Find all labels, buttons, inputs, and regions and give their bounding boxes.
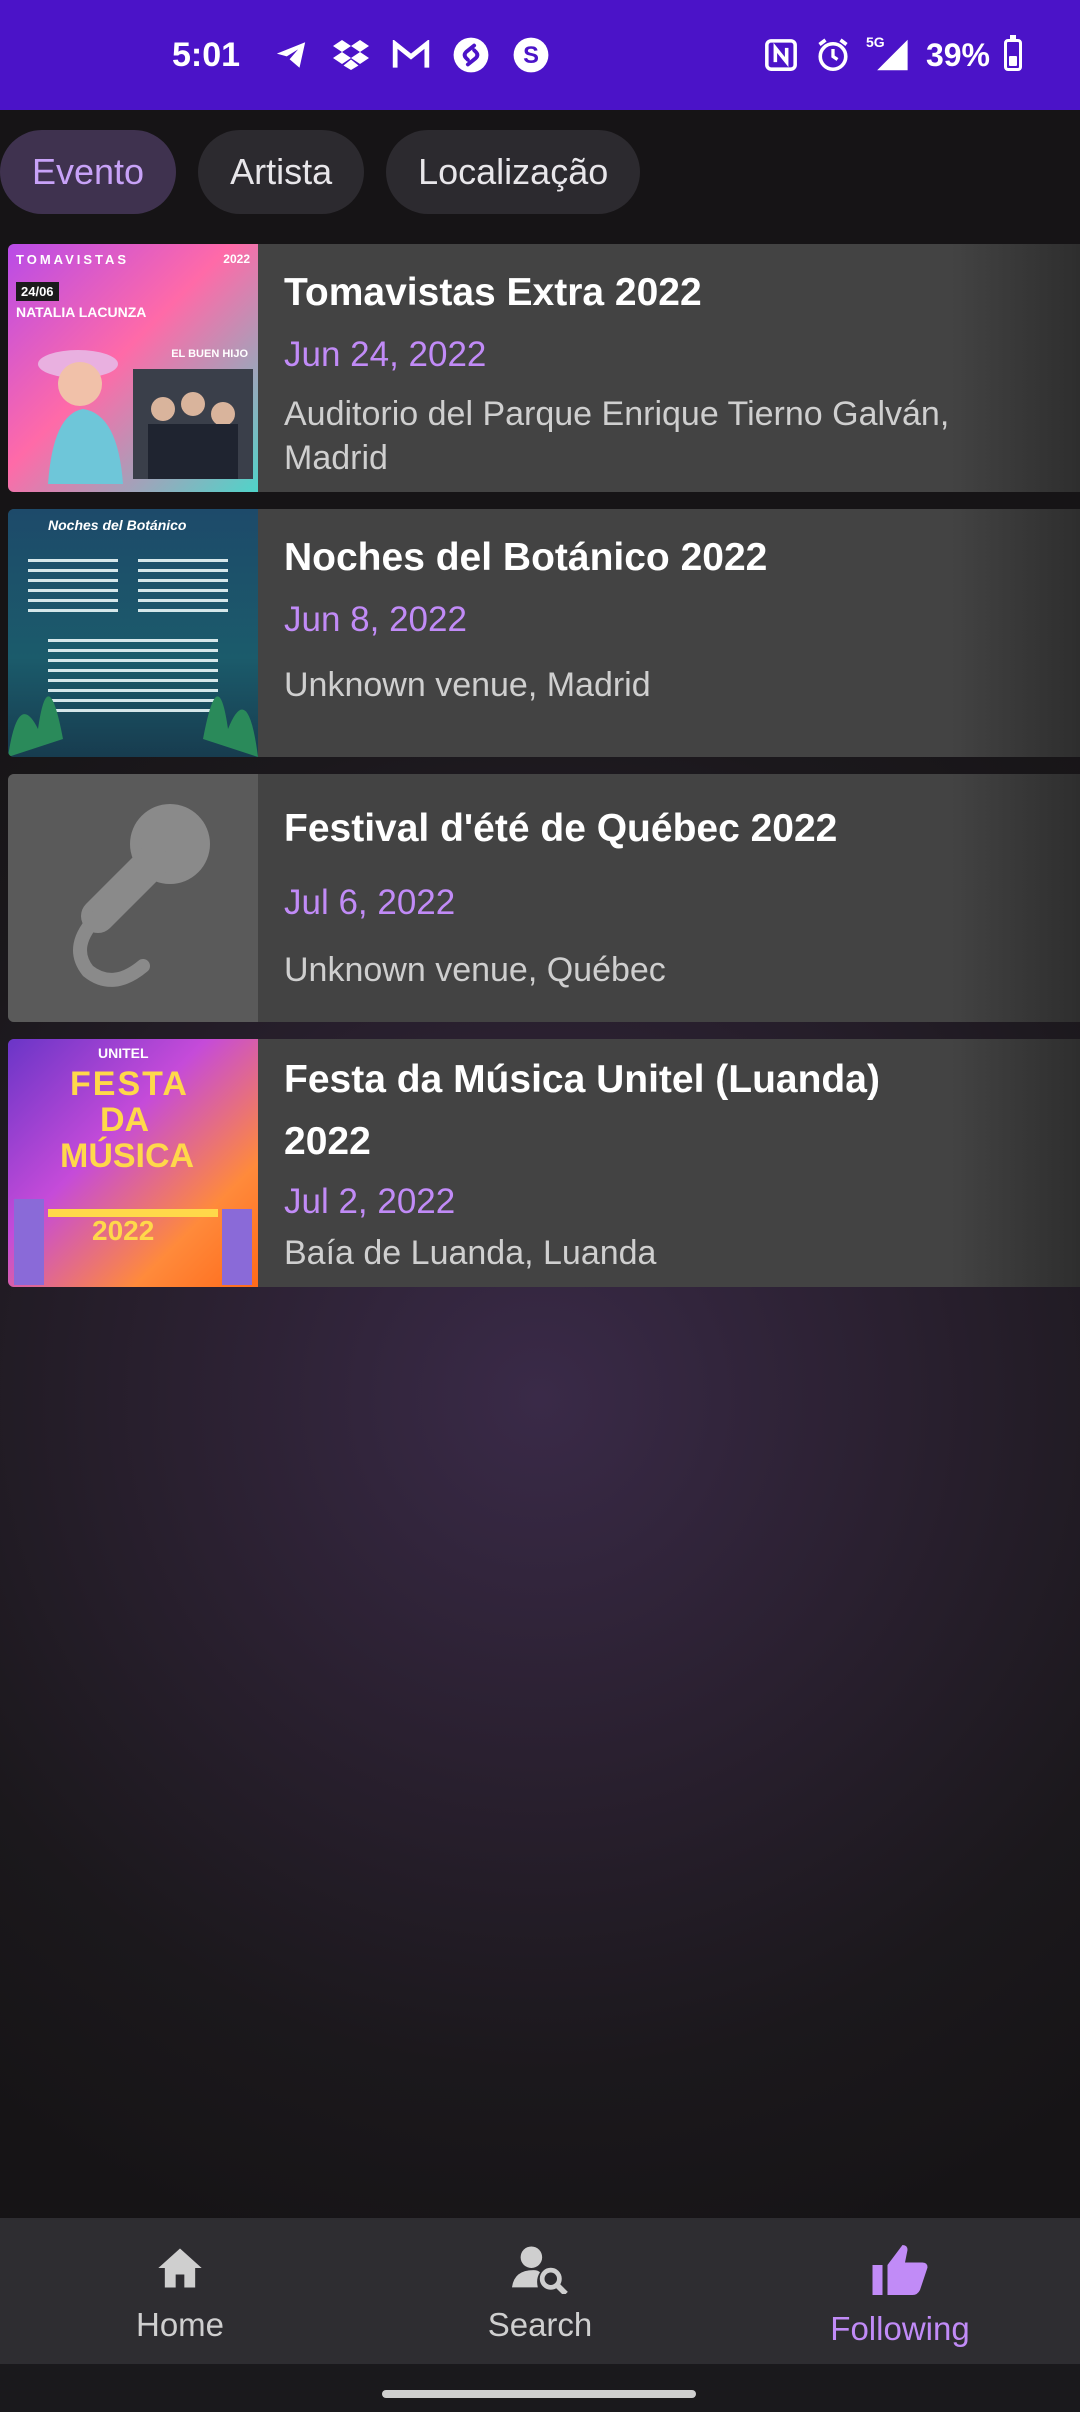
poster-text: EL BUEN HIJO [171,348,248,360]
nav-label: Home [135,2306,225,2343]
poster-text: 24/06 [16,282,59,301]
poster-band-photo [133,369,253,479]
event-venue: Baía de Luanda, Luanda [284,1234,657,1272]
system-nav-area [0,2364,1080,2412]
event-venue: Auditorio del Parque Enrique Tierno Galv… [284,395,950,477]
filter-chips: Evento Artista Localização [0,130,641,214]
poster-text: 2022 [223,252,250,266]
clock: 5:01 [172,35,241,74]
event-venue: Unknown venue, Québec [284,951,666,989]
poster-artwork [38,350,123,484]
event-date: Jun 8, 2022 [284,600,467,639]
person-search-icon [512,2246,568,2294]
alarm-icon [814,36,852,74]
poster-text: FESTA [70,1065,189,1103]
poster-text: MÚSICA [60,1137,195,1175]
svg-text:S: S [523,42,539,69]
telegram-icon [272,36,310,74]
network-type: 5G [865,34,885,50]
status-bar: 5:01 S 5G 39% [0,0,1080,110]
shazam-icon [452,36,490,74]
poster-lineup [8,559,258,757]
gmail-icon [392,36,430,74]
signal-icon: 5G [865,34,912,74]
s-app-icon: S [512,36,550,74]
event-card[interactable]: Noches del Botánico Noches del Botánico … [8,509,1080,757]
chip-artista[interactable]: Artista [198,130,365,214]
microphone-icon [73,804,210,987]
nav-label: Following [830,2310,970,2347]
poster-text: TOMAVISTAS [16,252,130,267]
event-card[interactable]: Festival d'été de Québec 2022 Jul 6, 202… [8,774,1080,1022]
dropbox-icon [332,36,370,74]
poster-text: Noches del Botánico [48,517,187,533]
event-date: Jul 2, 2022 [284,1182,456,1221]
poster-text: NATALIA LACUNZA [16,304,147,320]
event-poster: Noches del Botánico [8,509,258,757]
event-card[interactable]: TOMAVISTAS 2022 24/06 NATALIA LACUNZA EL… [8,244,1080,492]
gesture-handle[interactable] [382,2390,696,2398]
event-list: TOMAVISTAS 2022 24/06 NATALIA LACUNZA EL… [8,244,1080,1304]
poster-text: DA [100,1101,150,1139]
nfc-icon [762,36,800,74]
battery-percent: 39% [925,36,990,73]
nav-search[interactable]: Search [390,2218,690,2364]
chip-label: Artista [230,151,333,192]
event-title: Tomavistas Extra 2022 [284,271,702,314]
home-icon [158,2248,202,2288]
poster-instruments [14,1199,252,1285]
event-title: Festa da Música Unitel (Luanda) 2022 [284,1058,880,1163]
event-title: Festival d'été de Québec 2022 [284,807,838,850]
chip-label: Evento [32,151,145,192]
poster-text: UNITEL [98,1045,149,1061]
event-venue: Unknown venue, Madrid [284,666,651,704]
nav-following[interactable]: Following [750,2218,1050,2364]
nav-home[interactable]: Home [30,2218,330,2364]
event-date: Jul 6, 2022 [284,883,456,922]
event-poster-placeholder [8,774,258,1022]
event-poster: TOMAVISTAS 2022 24/06 NATALIA LACUNZA EL… [8,244,258,492]
event-poster: UNITEL FESTA DA MÚSICA 2022 [8,1039,258,1287]
thumbs-up-icon [872,2245,928,2295]
battery-icon [1004,35,1022,71]
chip-localizacao[interactable]: Localização [386,130,641,214]
event-title: Noches del Botánico 2022 [284,536,768,579]
chip-evento[interactable]: Evento [0,130,177,214]
nav-label: Search [487,2306,593,2343]
event-card[interactable]: UNITEL FESTA DA MÚSICA 2022 Festa da Mús… [8,1039,1080,1287]
chip-label: Localização [418,151,609,192]
event-date: Jun 24, 2022 [284,335,487,374]
bottom-navigation: Home Search Following [0,2218,1080,2364]
